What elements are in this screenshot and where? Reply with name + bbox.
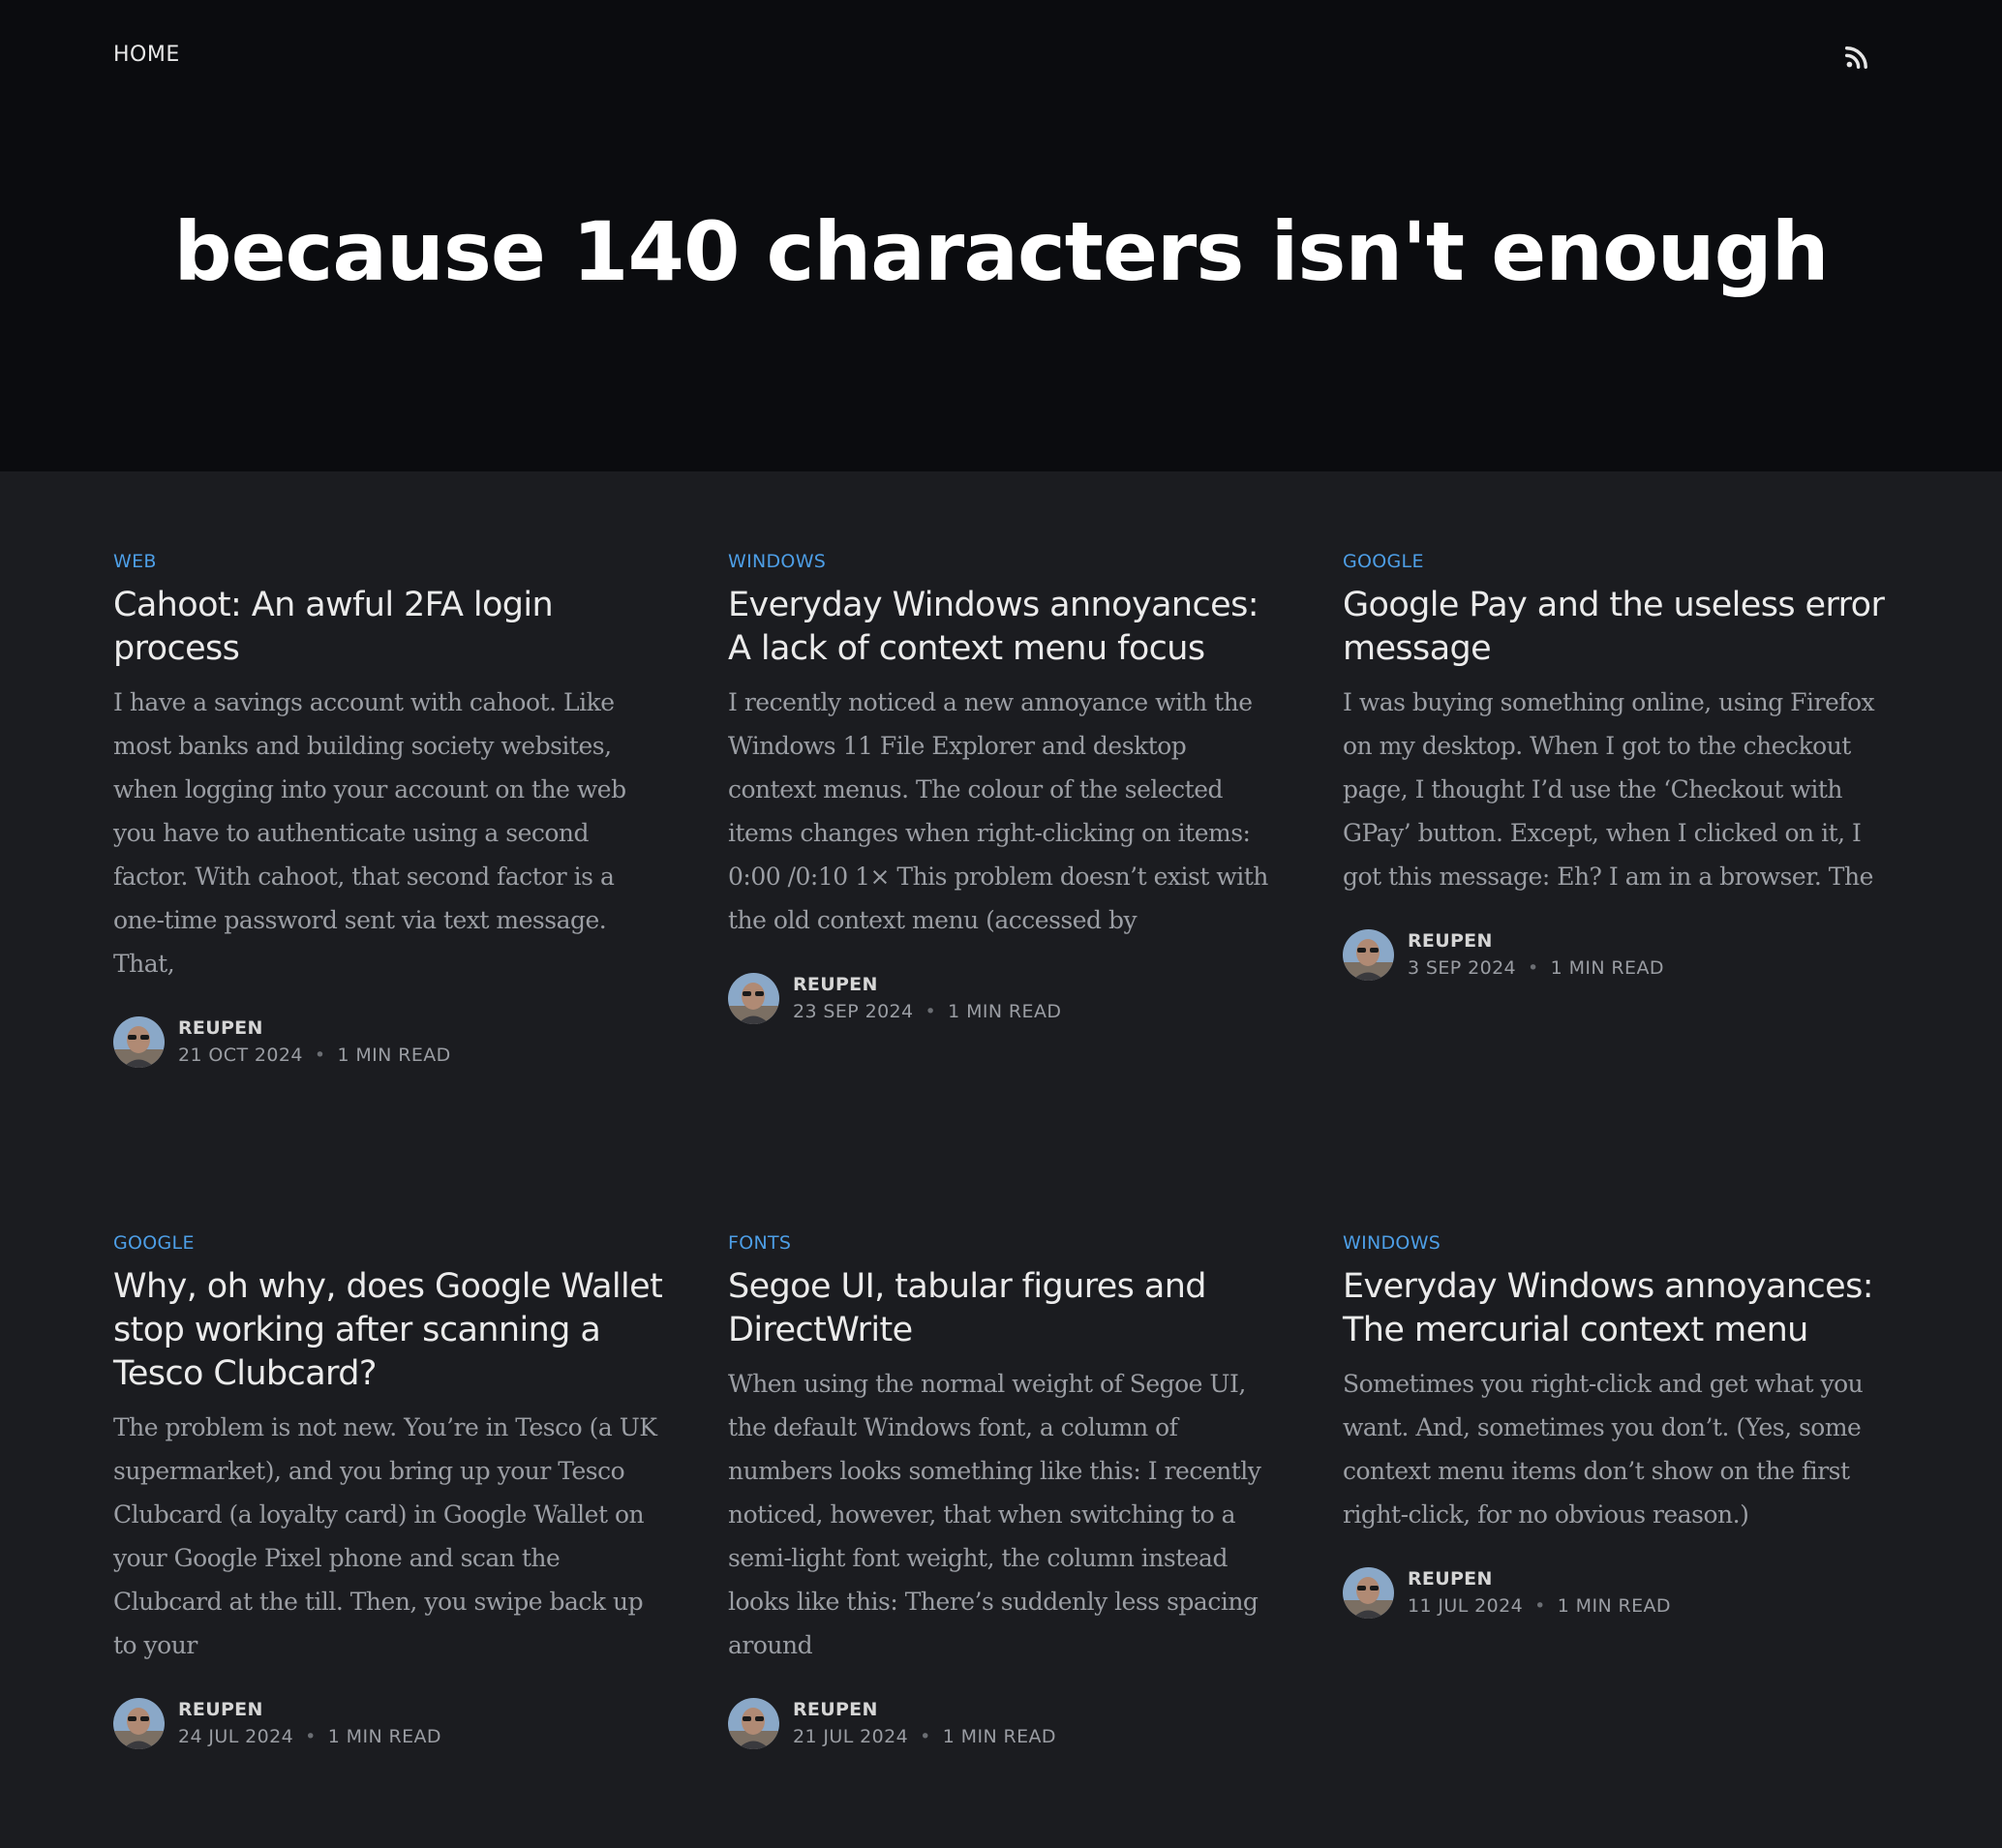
post-date-line: 24 JUL 2024 • 1 MIN READ	[178, 1723, 441, 1750]
post-meta-text: REUPEN 21 OCT 2024 • 1 MIN READ	[178, 1015, 451, 1069]
post-excerpt[interactable]: I have a savings account with cahoot. Li…	[113, 681, 665, 985]
post-date: 11 JUL 2024	[1408, 1595, 1524, 1617]
author-name[interactable]: REUPEN	[178, 1015, 451, 1042]
post-meta-text: REUPEN 3 SEP 2024 • 1 MIN READ	[1408, 927, 1664, 982]
post-title[interactable]: Why, oh why, does Google Wallet stop wor…	[113, 1265, 665, 1396]
post-excerpt[interactable]: Sometimes you right-click and get what y…	[1343, 1362, 1895, 1536]
post-meta-text: REUPEN 21 JUL 2024 • 1 MIN READ	[793, 1696, 1056, 1750]
post-card: GOOGLE Why, oh why, does Google Wallet s…	[113, 1232, 665, 1750]
author-avatar[interactable]	[728, 1697, 779, 1749]
post-date-line: 21 OCT 2024 • 1 MIN READ	[178, 1042, 451, 1069]
author-name[interactable]: REUPEN	[1408, 927, 1664, 954]
post-date-line: 11 JUL 2024 • 1 MIN READ	[1408, 1592, 1671, 1620]
post-card: WEB Cahoot: An awful 2FA login process I…	[113, 551, 665, 1069]
post-date-line: 3 SEP 2024 • 1 MIN READ	[1408, 954, 1664, 982]
separator-dot-icon: •	[1528, 957, 1539, 979]
post-meta: REUPEN 21 JUL 2024 • 1 MIN READ	[728, 1696, 1280, 1750]
post-title[interactable]: Everyday Windows annoyances: The mercuri…	[1343, 1265, 1895, 1352]
author-name[interactable]: REUPEN	[793, 971, 1061, 998]
post-tag[interactable]: FONTS	[728, 1232, 1280, 1254]
post-meta: REUPEN 23 SEP 2024 • 1 MIN READ	[728, 971, 1280, 1025]
nav-home-link[interactable]: HOME	[113, 43, 180, 67]
read-time: 1 MIN READ	[942, 1726, 1056, 1747]
post-meta: REUPEN 24 JUL 2024 • 1 MIN READ	[113, 1696, 665, 1750]
post-date-line: 23 SEP 2024 • 1 MIN READ	[793, 998, 1061, 1025]
site-header: HOME because 140 characters isn't enough	[0, 0, 2002, 471]
author-avatar[interactable]	[113, 1015, 165, 1068]
post-tag[interactable]: WINDOWS	[728, 551, 1280, 572]
post-excerpt[interactable]: I recently noticed a new annoyance with …	[728, 681, 1280, 942]
post-excerpt[interactable]: The problem is not new. You’re in Tesco …	[113, 1406, 665, 1667]
post-meta: REUPEN 21 OCT 2024 • 1 MIN READ	[113, 1015, 665, 1069]
post-card: WINDOWS Everyday Windows annoyances: A l…	[728, 551, 1280, 1025]
separator-dot-icon: •	[305, 1726, 317, 1747]
read-time: 1 MIN READ	[948, 1001, 1062, 1022]
post-date: 3 SEP 2024	[1408, 957, 1517, 979]
author-avatar[interactable]	[1343, 1566, 1394, 1619]
post-meta: REUPEN 11 JUL 2024 • 1 MIN READ	[1343, 1565, 1895, 1620]
post-tag[interactable]: GOOGLE	[113, 1232, 665, 1254]
post-date-line: 21 JUL 2024 • 1 MIN READ	[793, 1723, 1056, 1750]
post-tag[interactable]: WEB	[113, 551, 665, 572]
post-date: 24 JUL 2024	[178, 1726, 294, 1747]
post-date: 21 JUL 2024	[793, 1726, 909, 1747]
post-meta-text: REUPEN 11 JUL 2024 • 1 MIN READ	[1408, 1565, 1671, 1620]
post-excerpt[interactable]: When using the normal weight of Segoe UI…	[728, 1362, 1280, 1667]
read-time: 1 MIN READ	[1550, 957, 1664, 979]
author-name[interactable]: REUPEN	[1408, 1565, 1671, 1592]
author-name[interactable]: REUPEN	[793, 1696, 1056, 1723]
post-title[interactable]: Google Pay and the useless error message	[1343, 584, 1895, 671]
post-meta-text: REUPEN 23 SEP 2024 • 1 MIN READ	[793, 971, 1061, 1025]
author-avatar[interactable]	[1343, 928, 1394, 981]
post-excerpt[interactable]: I was buying something online, using Fir…	[1343, 681, 1895, 898]
post-date: 21 OCT 2024	[178, 1045, 303, 1066]
post-card: FONTS Segoe UI, tabular figures and Dire…	[728, 1232, 1280, 1750]
separator-dot-icon: •	[925, 1001, 937, 1022]
site-title: because 140 characters isn't enough	[173, 204, 1829, 299]
post-meta: REUPEN 3 SEP 2024 • 1 MIN READ	[1343, 927, 1895, 982]
post-meta-text: REUPEN 24 JUL 2024 • 1 MIN READ	[178, 1696, 441, 1750]
post-title[interactable]: Everyday Windows annoyances: A lack of c…	[728, 584, 1280, 671]
separator-dot-icon: •	[314, 1045, 326, 1066]
author-avatar[interactable]	[728, 972, 779, 1024]
read-time: 1 MIN READ	[337, 1045, 451, 1066]
read-time: 1 MIN READ	[1557, 1595, 1671, 1617]
post-date: 23 SEP 2024	[793, 1001, 914, 1022]
author-avatar[interactable]	[113, 1697, 165, 1749]
rss-icon[interactable]	[1844, 45, 1869, 70]
post-title[interactable]: Segoe UI, tabular figures and DirectWrit…	[728, 1265, 1280, 1352]
post-tag[interactable]: GOOGLE	[1343, 551, 1895, 572]
separator-dot-icon: •	[1534, 1595, 1546, 1617]
author-name[interactable]: REUPEN	[178, 1696, 441, 1723]
read-time: 1 MIN READ	[327, 1726, 441, 1747]
post-tag[interactable]: WINDOWS	[1343, 1232, 1895, 1254]
separator-dot-icon: •	[920, 1726, 931, 1747]
post-title[interactable]: Cahoot: An awful 2FA login process	[113, 584, 665, 671]
post-card: GOOGLE Google Pay and the useless error …	[1343, 551, 1895, 982]
post-card: WINDOWS Everyday Windows annoyances: The…	[1343, 1232, 1895, 1620]
